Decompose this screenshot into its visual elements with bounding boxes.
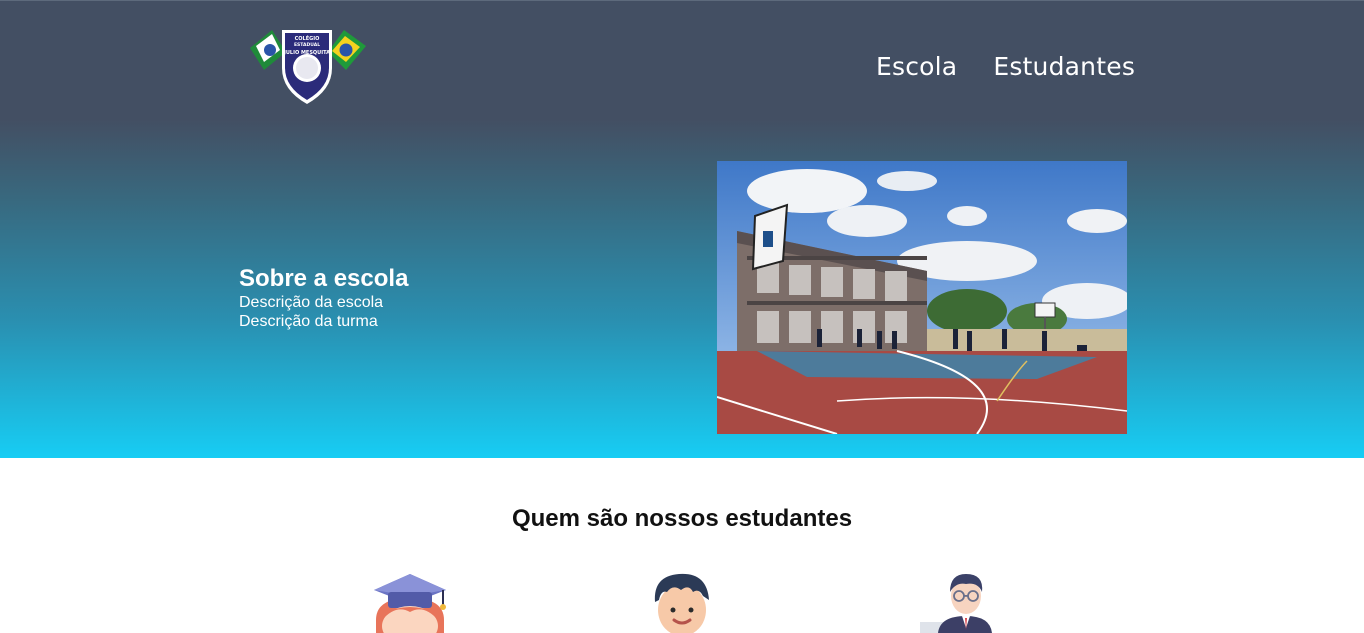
boy-student-icon <box>654 573 709 633</box>
hero-photo <box>717 161 1127 434</box>
students-section-title: Quem são nossos estudantes <box>511 505 853 532</box>
nav-link-escola[interactable]: Escola <box>876 52 957 81</box>
graduate-girl-icon <box>374 574 446 633</box>
main-nav: Escola Estudantes <box>876 52 1135 81</box>
logo-text-line2: ESTADUAL <box>294 42 320 48</box>
logo-text-line3: JULIO MESQUITA <box>283 50 330 56</box>
student-avatar-boy <box>637 570 727 633</box>
student-avatar-graduate <box>366 570 456 633</box>
school-logo[interactable]: COLÉGIO ESTADUAL JULIO MESQUITA <box>246 24 368 106</box>
about-block: Sobre a escola Descrição da escola Descr… <box>239 265 408 331</box>
teacher-glasses-icon <box>920 574 992 633</box>
nav-link-estudantes[interactable]: Estudantes <box>993 52 1135 81</box>
divider <box>0 0 1364 1</box>
about-title: Sobre a escola <box>239 265 409 292</box>
logo-text-line1: COLÉGIO <box>295 34 320 42</box>
school-basketball-court-photo <box>717 161 1127 434</box>
student-avatar-teacher <box>918 570 1008 633</box>
about-school-description: Descrição da escola <box>239 294 384 311</box>
school-crest-icon: COLÉGIO ESTADUAL JULIO MESQUITA <box>250 30 366 104</box>
about-class-description: Descrição da turma <box>239 313 378 330</box>
hero-section: COLÉGIO ESTADUAL JULIO MESQUITA Escola E… <box>0 0 1364 458</box>
